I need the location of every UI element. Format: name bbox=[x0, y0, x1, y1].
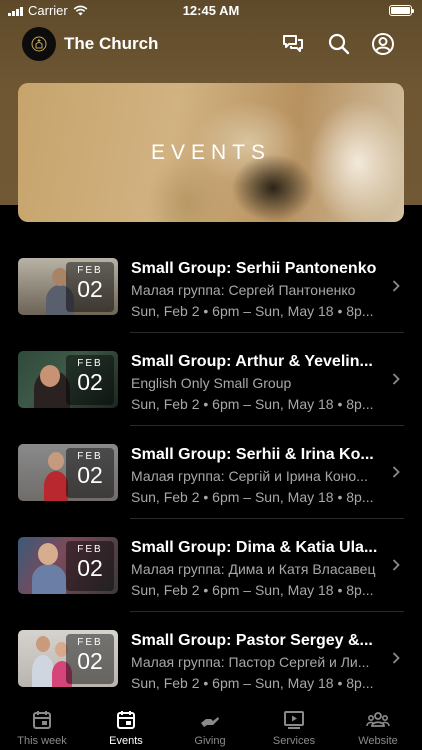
chevron-right-icon bbox=[392, 466, 400, 478]
church-logo[interactable] bbox=[22, 27, 56, 61]
hero-title: EVENTS bbox=[150, 141, 272, 164]
date-month: FEB bbox=[77, 358, 103, 369]
tab-events[interactable]: Events bbox=[84, 700, 168, 750]
event-title: Small Group: Serhii & Irina Ko... bbox=[131, 446, 374, 463]
tab-giving[interactable]: Giving bbox=[168, 700, 252, 750]
chevron-right-icon bbox=[392, 559, 400, 571]
event-title: Small Group: Serhii Pantonenko bbox=[131, 260, 377, 277]
status-time: 12:45 AM bbox=[182, 3, 240, 18]
event-thumbnail: FEB 02 bbox=[18, 630, 118, 687]
event-thumbnail: FEB 02 bbox=[18, 444, 118, 501]
event-subtitle: Малая группа: Сергей Пантоненко bbox=[131, 282, 356, 298]
event-subtitle: Малая группа: Сергій и Ірина Коно... bbox=[131, 468, 368, 484]
date-badge: FEB 02 bbox=[66, 541, 114, 591]
date-day: 02 bbox=[77, 462, 103, 488]
tab-label: Giving bbox=[194, 735, 226, 747]
chevron-right-icon bbox=[392, 652, 400, 664]
tab-label: Services bbox=[272, 735, 316, 747]
date-day: 02 bbox=[77, 648, 103, 674]
tab-services[interactable]: Services bbox=[252, 700, 336, 750]
date-month: FEB bbox=[77, 265, 103, 276]
chevron-right-icon bbox=[392, 373, 400, 385]
event-datetime: Sun, Feb 2 • 6pm – Sun, May 18 • 8p... bbox=[131, 396, 374, 412]
battery-icon bbox=[389, 5, 414, 16]
tab-label: Website bbox=[358, 735, 398, 747]
app-header: The Church bbox=[0, 25, 422, 63]
status-bar: Carrier 12:45 AM bbox=[0, 0, 422, 22]
tab-website[interactable]: Website bbox=[336, 700, 420, 750]
event-subtitle: English Only Small Group bbox=[131, 375, 292, 391]
bottom-tab-bar: This week Events Giving Services Website bbox=[0, 700, 422, 750]
date-badge: FEB 02 bbox=[66, 355, 114, 405]
event-datetime: Sun, Feb 2 • 6pm – Sun, May 18 • 8p... bbox=[131, 582, 374, 598]
date-badge: FEB 02 bbox=[66, 262, 114, 312]
event-row[interactable]: FEB 02 Small Group: Pastor Sergey &... М… bbox=[0, 612, 422, 705]
date-month: FEB bbox=[77, 637, 103, 648]
church-logo-icon bbox=[31, 36, 47, 52]
event-row[interactable]: FEB 02 Small Group: Serhii Pantonenko Ма… bbox=[0, 240, 422, 333]
tab-label: This week bbox=[17, 735, 67, 747]
giving-hand-icon bbox=[201, 717, 219, 727]
event-row[interactable]: FEB 02 Small Group: Dima & Katia Ula... … bbox=[0, 519, 422, 612]
event-row[interactable]: FEB 02 Small Group: Serhii & Irina Ko...… bbox=[0, 426, 422, 519]
event-title: Small Group: Arthur & Yevelin... bbox=[131, 353, 373, 370]
event-title: Small Group: Pastor Sergey &... bbox=[131, 632, 373, 649]
event-thumbnail: FEB 02 bbox=[18, 537, 118, 594]
date-day: 02 bbox=[77, 276, 103, 302]
tab-this-week[interactable]: This week bbox=[0, 700, 84, 750]
date-month: FEB bbox=[77, 544, 103, 555]
date-day: 02 bbox=[77, 555, 103, 581]
event-thumbnail: FEB 02 bbox=[18, 258, 118, 315]
people-group-icon bbox=[366, 712, 390, 727]
calendar-icon bbox=[117, 711, 135, 729]
event-thumbnail: FEB 02 bbox=[18, 351, 118, 408]
play-video-icon bbox=[284, 711, 304, 729]
calendar-icon bbox=[33, 711, 51, 729]
app-title: The Church bbox=[64, 34, 159, 53]
date-badge: FEB 02 bbox=[66, 634, 114, 684]
event-datetime: Sun, Feb 2 • 6pm – Sun, May 18 • 8p... bbox=[131, 303, 374, 319]
events-hero-banner: EVENTS bbox=[18, 83, 404, 222]
event-datetime: Sun, Feb 2 • 6pm – Sun, May 18 • 8p... bbox=[131, 675, 374, 691]
date-day: 02 bbox=[77, 369, 103, 395]
event-datetime: Sun, Feb 2 • 6pm – Sun, May 18 • 8p... bbox=[131, 489, 374, 505]
event-title: Small Group: Dima & Katia Ula... bbox=[131, 539, 378, 556]
event-row[interactable]: FEB 02 Small Group: Arthur & Yevelin... … bbox=[0, 333, 422, 426]
tab-label: Events bbox=[109, 735, 143, 747]
date-badge: FEB 02 bbox=[66, 448, 114, 498]
account-icon[interactable] bbox=[371, 32, 395, 56]
chat-icon[interactable] bbox=[281, 32, 305, 56]
chevron-right-icon bbox=[392, 280, 400, 292]
date-month: FEB bbox=[77, 451, 103, 462]
event-subtitle: Малая группа: Пастор Сергей и Ли... bbox=[131, 654, 370, 670]
event-subtitle: Малая группа: Дима и Катя Власавец bbox=[131, 561, 376, 577]
search-icon[interactable] bbox=[327, 32, 351, 56]
